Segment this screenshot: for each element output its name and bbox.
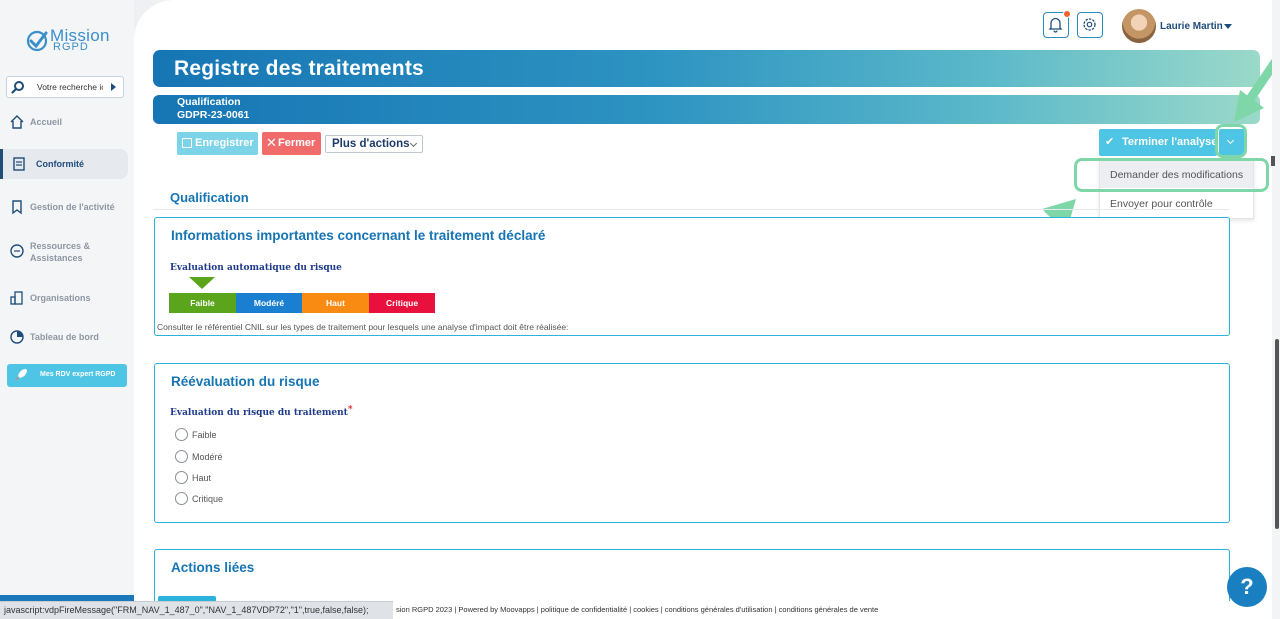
- rdv-expert-label: Mes RDV expert RGPD: [40, 371, 116, 378]
- radio-label: Haut: [192, 473, 212, 483]
- radio-modere[interactable]: [175, 450, 188, 463]
- save-button-label: Enregistrer: [195, 137, 254, 149]
- save-button[interactable]: Enregistrer: [177, 132, 258, 155]
- section-title: Qualification: [170, 190, 249, 205]
- notification-badge: [1063, 10, 1071, 18]
- rocket-icon: [15, 369, 27, 381]
- close-icon: ✕: [266, 135, 277, 150]
- sidebar-item-organisations[interactable]: Organisations: [0, 283, 128, 313]
- bookmark-icon: [12, 200, 22, 215]
- risk-level-modere: Modéré: [236, 293, 302, 313]
- card-title: Réévaluation du risque: [171, 374, 320, 389]
- risk-indicator-arrow-icon: [189, 277, 215, 289]
- menu-item-send-for-review[interactable]: Envoyer pour contrôle: [1100, 189, 1253, 217]
- important-info-card: Informations importantes concernant le t…: [154, 217, 1230, 336]
- save-icon: [182, 138, 192, 148]
- risk-reevaluation-card: Réévaluation du risque Evaluation du ris…: [154, 363, 1230, 523]
- card-title: Actions liées: [171, 560, 255, 575]
- risk-level-critique: Critique: [369, 293, 435, 313]
- logo-subtext: RGPD: [53, 41, 89, 53]
- sidebar-item-label: Conformité: [36, 159, 84, 169]
- page-title: Registre des traitements: [174, 57, 424, 80]
- gear-icon: [1083, 18, 1096, 31]
- risk-level-faible: Faible: [169, 293, 236, 313]
- document-icon: [13, 157, 25, 171]
- help-button[interactable]: ?: [1227, 567, 1267, 607]
- highlight-toggle-annotation: [1215, 124, 1247, 158]
- radio-critique[interactable]: [175, 492, 188, 505]
- user-menu-caret-icon[interactable]: [1224, 24, 1232, 29]
- sidebar-item-label: Tableau de bord: [30, 332, 99, 342]
- sidebar-item-conformite[interactable]: Conformité: [0, 149, 128, 179]
- browser-status-bar: javascript:vdpFireMessage("FRM_NAV_1_487…: [0, 601, 393, 619]
- sidebar-item-label: Ressources & Assistances: [30, 241, 91, 263]
- radio-faible[interactable]: [175, 428, 188, 441]
- search-icon: [11, 81, 24, 94]
- check-icon: ✔: [1105, 136, 1115, 148]
- building-icon: [10, 291, 23, 305]
- sidebar-item-gestion[interactable]: Gestion de l'activité: [0, 192, 128, 222]
- radio-haut[interactable]: [175, 471, 188, 484]
- check-logo-icon: [26, 30, 48, 52]
- field-label: Evaluation automatique du risque: [170, 263, 342, 273]
- linked-actions-card: Actions liées: [154, 549, 1230, 609]
- sidebar: Mission RGPD Votre recherche ic Accueil …: [0, 0, 134, 619]
- footer-links[interactable]: sion RGPD 2023 | Powered by Moovapps | p…: [396, 605, 878, 614]
- divider: [153, 209, 1229, 210]
- avatar[interactable]: [1122, 9, 1156, 43]
- sidebar-item-label: Accueil: [30, 117, 63, 127]
- scrollbar-thumb[interactable]: [1275, 339, 1279, 529]
- risk-level-haut: Haut: [302, 293, 369, 313]
- search-input[interactable]: Votre recherche ic: [37, 82, 103, 92]
- radio-label: Faible: [192, 430, 217, 440]
- rdv-expert-button[interactable]: Mes RDV expert RGPD: [7, 364, 127, 387]
- close-button[interactable]: ✕ Fermer: [262, 132, 321, 155]
- page-subtitle-step: Qualification: [177, 96, 241, 108]
- chevron-down-icon: [409, 139, 418, 148]
- card-title: Informations importantes concernant le t…: [171, 228, 546, 243]
- sidebar-item-ressources[interactable]: Ressources & Assistances: [0, 231, 128, 267]
- sidebar-item-accueil[interactable]: Accueil: [0, 107, 128, 137]
- required-mark: *: [347, 405, 353, 415]
- sidebar-item-tableau-de-bord[interactable]: Tableau de bord: [0, 322, 128, 352]
- dashboard-icon: [10, 330, 24, 344]
- field-label: Evaluation du risque du traitement*: [170, 405, 353, 418]
- radio-label: Modéré: [192, 452, 223, 462]
- status-url: javascript:vdpFireMessage("FRM_NAV_1_487…: [4, 605, 369, 615]
- more-actions-label: Plus d'actions: [332, 138, 410, 150]
- app-logo[interactable]: Mission RGPD: [26, 26, 116, 56]
- cnil-note: Consulter le référentiel CNIL sur les ty…: [157, 322, 569, 332]
- page-subtitle-reference: GDPR-23-0061: [177, 109, 250, 121]
- user-name[interactable]: Laurie Martin: [1160, 21, 1223, 32]
- radio-label: Critique: [192, 494, 224, 504]
- sidebar-item-label: Organisations: [30, 293, 91, 303]
- chat-icon: [10, 244, 24, 258]
- finish-analysis-label: Terminer l'analyse: [1122, 136, 1218, 148]
- highlight-menu-item-annotation: [1074, 158, 1269, 192]
- notifications-button[interactable]: [1043, 10, 1071, 38]
- sidebar-item-label: Gestion de l'activité: [30, 202, 115, 212]
- scrollbar-marker: [1271, 156, 1275, 166]
- settings-button[interactable]: [1077, 12, 1103, 38]
- more-actions-select[interactable]: Plus d'actions: [325, 135, 423, 153]
- close-button-label: Fermer: [278, 137, 316, 149]
- finish-analysis-button[interactable]: ✔ Terminer l'analyse: [1099, 129, 1217, 156]
- sidebar-search[interactable]: Votre recherche ic: [6, 76, 124, 98]
- field-label-text: Evaluation du risque du traitement: [170, 408, 348, 418]
- page-title-bar: Registre des traitements: [153, 50, 1260, 87]
- search-submit-icon[interactable]: [111, 83, 116, 91]
- home-icon: [10, 115, 24, 129]
- page-subtitle-bar: Qualification GDPR-23-0061: [153, 95, 1260, 124]
